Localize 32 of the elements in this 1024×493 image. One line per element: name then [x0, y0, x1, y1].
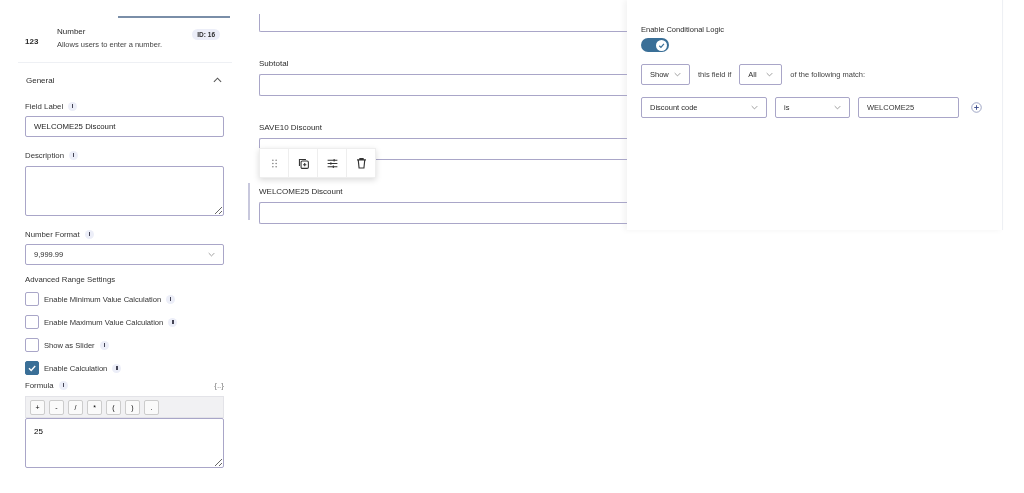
help-icon[interactable]: [112, 363, 122, 373]
merge-tag-button[interactable]: {..}: [214, 380, 224, 390]
chevron-icon[interactable]: [213, 77, 222, 83]
input-field[interactable]: [259, 202, 627, 224]
help-icon[interactable]: [68, 101, 78, 111]
help-icon[interactable]: [166, 294, 176, 304]
field-label: Subtotal: [259, 59, 290, 69]
chevron-down-icon: [834, 105, 841, 110]
checkbox[interactable]: [25, 315, 39, 329]
checkbox[interactable]: [25, 361, 39, 375]
checkbox[interactable]: [25, 338, 39, 352]
description-field[interactable]: [25, 166, 224, 216]
chevron-down-icon: [751, 105, 758, 110]
chevron-down-icon: [674, 72, 681, 77]
field-label: SAVE10 Discount: [259, 123, 323, 133]
chevron-down-icon: [766, 72, 774, 77]
field-label: WELCOME25 Discount: [259, 187, 344, 197]
toggle-switch[interactable]: [641, 38, 669, 52]
input-field[interactable]: [259, 14, 627, 32]
chevron-down-icon: [208, 252, 215, 257]
help-icon[interactable]: [99, 340, 109, 350]
field-type-title: Number: [57, 27, 87, 36]
help-icon[interactable]: [168, 317, 178, 327]
input-field[interactable]: [259, 74, 627, 96]
formula-field[interactable]: 25: [25, 418, 224, 468]
checkbox[interactable]: [25, 292, 39, 306]
help-icon[interactable]: [58, 380, 68, 390]
add-icon[interactable]: [971, 102, 982, 113]
help-icon[interactable]: [69, 150, 78, 160]
section-title: General: [26, 75, 55, 85]
number-icon: 123: [25, 37, 57, 46]
help-icon[interactable]: [84, 229, 94, 239]
